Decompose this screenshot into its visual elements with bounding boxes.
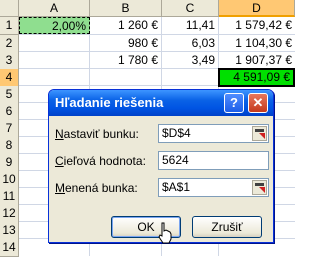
row-header-12[interactable]: 12: [0, 205, 19, 223]
cell-c3[interactable]: 3,49: [162, 52, 218, 69]
help-button[interactable]: ?: [224, 93, 244, 113]
row-header-2[interactable]: 2: [0, 35, 19, 53]
row-header-13[interactable]: 13: [0, 222, 19, 240]
row-header-14[interactable]: 14: [0, 239, 19, 257]
help-icon: ?: [230, 95, 238, 110]
dialog-title: Hľadanie riešenia: [55, 95, 164, 110]
cell-d4[interactable]: 4 591,09 €: [218, 68, 295, 87]
goal-seek-dialog: Hľadanie riešenia ? ✕ Nastaviť bunku: $D…: [48, 89, 274, 243]
cell-b3[interactable]: 1 780 €: [90, 52, 161, 69]
cell-b1[interactable]: 1 260 €: [90, 17, 161, 34]
set-cell-field[interactable]: $D$4: [158, 124, 269, 143]
changing-cell-label: Menená bunka:: [55, 181, 138, 195]
select-all-corner[interactable]: [0, 0, 19, 17]
cell-c1[interactable]: 11,41: [162, 17, 218, 34]
cell-d1[interactable]: 1 579,42 €: [219, 17, 295, 34]
set-cell-label: Nastaviť bunku:: [55, 127, 139, 141]
column-header-a[interactable]: A: [19, 0, 90, 17]
row-header-3[interactable]: 3: [0, 52, 19, 70]
row-header-1[interactable]: 1: [0, 17, 19, 35]
column-header-c[interactable]: C: [162, 0, 219, 17]
column-header-d[interactable]: D: [219, 0, 295, 17]
target-value-field[interactable]: 5624: [158, 151, 269, 170]
close-button[interactable]: ✕: [248, 93, 268, 113]
row-header-11[interactable]: 11: [0, 188, 19, 206]
row-header-4[interactable]: 4: [0, 69, 19, 87]
changing-cell-field[interactable]: $A$1: [158, 178, 269, 197]
cancel-button[interactable]: Zrušiť: [192, 216, 262, 238]
target-value-label: Cieľová hodnota:: [55, 154, 146, 168]
collapse-dialog-icon[interactable]: [252, 180, 267, 195]
row-header-10[interactable]: 10: [0, 171, 19, 189]
cell-c2[interactable]: 6,03: [162, 35, 218, 52]
column-header-b[interactable]: B: [90, 0, 162, 17]
row-header-5[interactable]: 5: [0, 86, 19, 104]
cell-d2[interactable]: 1 104,30 €: [219, 35, 295, 52]
cell-d3[interactable]: 1 907,37 €: [219, 52, 295, 69]
cell-a1[interactable]: 2,00%: [19, 17, 90, 34]
row-header-8[interactable]: 8: [0, 137, 19, 155]
dialog-titlebar[interactable]: Hľadanie riešenia ? ✕: [49, 90, 273, 116]
collapse-dialog-icon[interactable]: [252, 126, 267, 141]
close-icon: ✕: [252, 95, 264, 110]
hand-pointer-icon: [158, 222, 172, 244]
row-header-7[interactable]: 7: [0, 120, 19, 138]
row-header-9[interactable]: 9: [0, 154, 19, 172]
cell-b2[interactable]: 980 €: [90, 35, 161, 52]
row-header-6[interactable]: 6: [0, 103, 19, 121]
